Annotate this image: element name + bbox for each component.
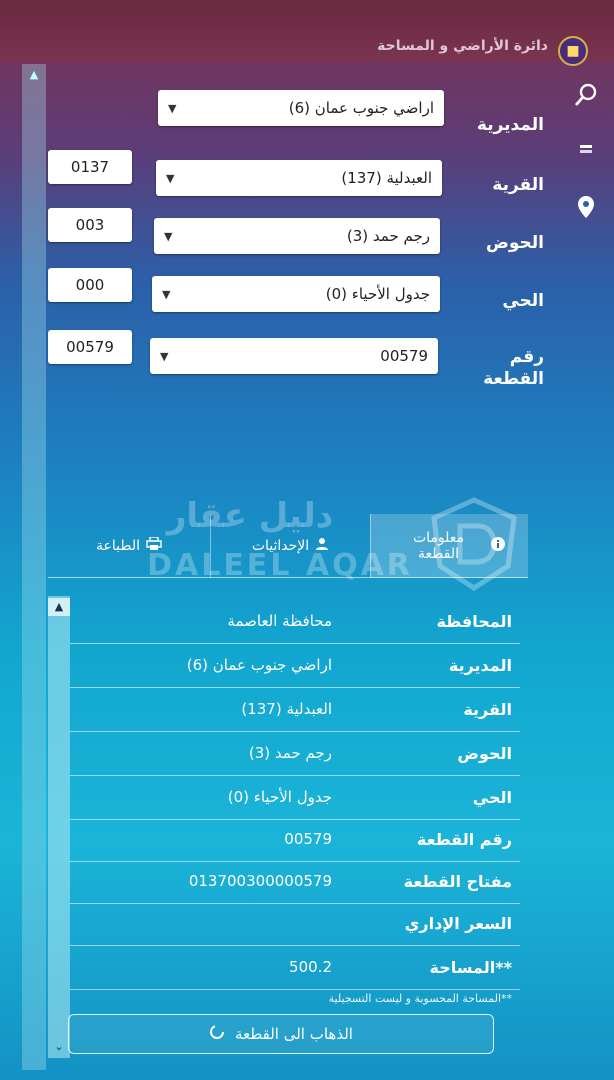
printer-icon <box>146 536 162 555</box>
basin-value: رجم حمد (3) <box>346 227 430 245</box>
info-label: مفتاح القطعة <box>403 872 512 891</box>
info-value: اراضي جنوب عمان (6) <box>186 656 332 674</box>
basin-label: الحوض <box>486 233 544 253</box>
info-value: 500.2 <box>289 958 332 976</box>
area-footnote: **المساحة المحسوبة و ليست التسجيلية <box>328 992 512 1005</box>
info-value: محافظة العاصمة <box>227 612 332 630</box>
tab-coordinates[interactable]: الإحداثيات <box>210 514 370 578</box>
parcel-row: رقم القطعة 00579 ▼ 00579 <box>0 330 614 394</box>
info-label: الحوض <box>457 744 512 763</box>
info-tabs: معلومات القطعة الإحداثيات الطباعة <box>48 514 528 578</box>
directorate-value: اراضي جنوب عمان (6) <box>288 99 434 117</box>
dls-logo-icon: ■ <box>558 36 588 66</box>
directorate-label: المديرية <box>476 115 544 135</box>
info-row-basin: الحوض رجم حمد (3) <box>70 732 520 776</box>
info-row-governorate: المحافظة محافظة العاصمة <box>70 600 520 644</box>
info-row-parcel-key: مفتاح القطعة 013700300000579 <box>70 860 520 904</box>
dropdown-caret-icon: ▼ <box>166 171 175 185</box>
info-row-village: القرية العبدلية (137) <box>70 688 520 732</box>
quarter-select[interactable]: جدول الأحياء (0) ▼ <box>152 276 440 312</box>
panel-scrollbar[interactable]: ▲ ⌄ <box>48 596 70 1058</box>
parcel-label: رقم القطعة <box>483 347 544 389</box>
village-code-field[interactable]: 0137 <box>48 150 132 184</box>
chevron-down-icon[interactable]: ⌄ <box>48 1038 70 1056</box>
dropdown-caret-icon: ▼ <box>168 101 177 115</box>
info-row-admin-price: السعر الإداري <box>70 902 520 946</box>
directorate-select[interactable]: اراضي جنوب عمان (6) ▼ <box>158 90 444 126</box>
village-row: القرية العبدلية (137) ▼ 0137 <box>0 150 614 202</box>
app-title: دائرة الأراضي و المساحة <box>377 38 548 54</box>
village-value: العبدلية (137) <box>341 169 432 187</box>
info-circle-icon <box>490 536 506 556</box>
basin-row: الحوض رجم حمد (3) ▼ 003 <box>0 208 614 260</box>
user-pin-icon <box>315 537 329 555</box>
info-label: الحي <box>472 788 512 807</box>
scroll-up-arrow-icon[interactable]: ▲ <box>24 66 44 84</box>
info-value: جدول الأحياء (0) <box>227 788 332 806</box>
info-label: القرية <box>463 700 512 719</box>
info-value: 013700300000579 <box>188 872 332 890</box>
parcel-code-field[interactable]: 00579 <box>48 330 132 364</box>
parcel-value: 00579 <box>380 347 428 365</box>
info-label: السعر الإداري <box>404 914 512 933</box>
tab-coordinates-label: الإحداثيات <box>251 538 310 554</box>
dropdown-caret-icon: ▼ <box>164 229 173 243</box>
info-value: 00579 <box>284 830 332 848</box>
info-label: **المساحة <box>429 958 512 977</box>
village-select[interactable]: العبدلية (137) ▼ <box>156 160 442 196</box>
village-label: القرية <box>492 175 544 195</box>
quarter-code-field[interactable]: 000 <box>48 268 132 302</box>
quarter-value: جدول الأحياء (0) <box>325 285 430 303</box>
tab-parcel-info-label: معلومات القطعة <box>412 530 465 562</box>
quarter-row: الحي جدول الأحياء (0) ▼ 000 <box>0 268 614 320</box>
info-row-parcel-number: رقم القطعة 00579 <box>70 818 520 862</box>
info-label: المديرية <box>448 656 512 675</box>
info-row-quarter: الحي جدول الأحياء (0) <box>70 776 520 820</box>
dropdown-caret-icon: ▼ <box>160 349 169 363</box>
go-to-parcel-label: الذهاب الى القطعة <box>235 1025 353 1043</box>
info-value: رجم حمد (3) <box>248 744 332 762</box>
directorate-row: المديرية اراضي جنوب عمان (6) ▼ <box>0 90 614 142</box>
basin-code-field[interactable]: 003 <box>48 208 132 242</box>
quarter-label: الحي <box>502 291 544 311</box>
info-row-area: **المساحة 500.2 <box>70 946 520 990</box>
parcel-select[interactable]: 00579 ▼ <box>150 338 438 374</box>
tab-print[interactable]: الطباعة <box>48 514 210 578</box>
dropdown-caret-icon: ▼ <box>162 287 171 301</box>
tab-print-label: الطباعة <box>96 538 140 554</box>
info-label: رقم القطعة <box>416 830 512 849</box>
basin-select[interactable]: رجم حمد (3) ▼ <box>154 218 440 254</box>
chevron-up-icon[interactable]: ▲ <box>48 598 70 616</box>
go-to-parcel-button[interactable]: الذهاب الى القطعة <box>68 1014 494 1054</box>
spinner-icon <box>209 1024 225 1044</box>
tab-parcel-info[interactable]: معلومات القطعة <box>370 514 528 578</box>
info-label: المحافظة <box>436 612 512 631</box>
info-row-directorate: المديرية اراضي جنوب عمان (6) <box>70 644 520 688</box>
info-value: العبدلية (137) <box>241 700 332 718</box>
